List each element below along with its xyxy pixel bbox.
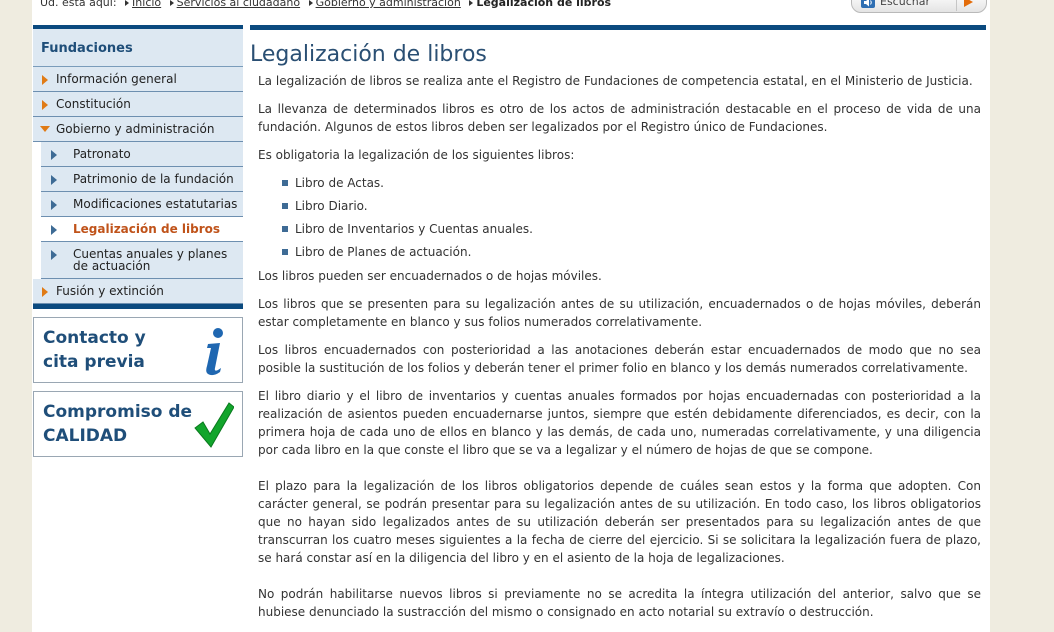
arrow-right-icon <box>42 100 48 110</box>
list-item: Libro de Inventarios y Cuentas anuales. <box>282 220 981 238</box>
paragraph: La llevanza de determinados libros es ot… <box>258 102 981 134</box>
arrow-right-icon <box>51 175 57 185</box>
paragraph: No podrán habilitarse nuevos libros si p… <box>258 587 981 619</box>
page: Ud. está aquí: Inicio Servicios al ciuda… <box>32 0 990 632</box>
breadcrumb-prefix: Ud. está aquí: <box>40 0 117 9</box>
paragraph: Los libros que se presenten para su lega… <box>258 297 981 329</box>
main-content: Legalización de libros La legalización d… <box>250 25 986 631</box>
sidebar-subitem-legalizacion[interactable]: Legalización de libros <box>41 217 243 242</box>
arrow-down-icon <box>40 126 50 132</box>
breadcrumb-arrow-icon <box>169 0 174 6</box>
sidebar-subitem-label: Modificaciones estatutarias <box>73 197 238 211</box>
sidebar-bottom-bar <box>33 304 243 309</box>
paragraph: Los libros pueden ser encuadernados o de… <box>258 269 602 283</box>
arrow-right-icon <box>42 287 48 297</box>
breadcrumb-arrow-icon <box>469 0 474 6</box>
breadcrumb: Ud. está aquí: Inicio Servicios al ciuda… <box>40 0 611 12</box>
list-item: Libro de Planes de actuación. <box>282 243 981 261</box>
sidebar-subitem-label: Cuentas anuales y planes de actuación <box>73 247 228 273</box>
sidebar-subitem-label: Patrimonio de la fundación <box>73 172 234 186</box>
listen-button[interactable]: Escuchar <box>851 0 987 13</box>
quality-promo[interactable]: Compromiso de CALIDAD <box>33 391 243 457</box>
article-body: La legalización de libros se realiza ant… <box>250 72 981 621</box>
breadcrumb-current: Legalización de libros <box>476 0 612 9</box>
arrow-right-icon <box>51 200 57 210</box>
sidebar-heading: Fundaciones <box>33 25 243 67</box>
paragraph: La legalización de libros se realiza ant… <box>258 74 973 88</box>
paragraph: Los libros encuadernados con posteriorid… <box>258 343 981 375</box>
books-list: Libro de Actas. Libro Diario. Libro de I… <box>258 174 981 261</box>
arrow-right-icon <box>51 225 57 235</box>
sidebar-subitem-patronato[interactable]: Patronato <box>41 142 243 167</box>
arrow-right-icon <box>42 75 48 85</box>
sidebar-item-label: Información general <box>56 72 177 86</box>
sidebar: Fundaciones Información general Constitu… <box>33 25 243 457</box>
sidebar-subitem-cuentas[interactable]: Cuentas anuales y planes de actuación <box>41 242 243 279</box>
breadcrumb-link-inicio[interactable]: Inicio <box>132 0 161 9</box>
info-icon <box>206 328 223 376</box>
sidebar-item-gobierno[interactable]: Gobierno y administración <box>33 117 243 142</box>
sidebar-item-label: Fusión y extinción <box>56 284 164 298</box>
breadcrumb-arrow-icon <box>125 0 130 6</box>
contact-promo[interactable]: Contacto y cita previa <box>33 317 243 383</box>
list-item: Libro Diario. <box>282 197 981 215</box>
play-icon[interactable] <box>956 0 978 11</box>
arrow-right-icon <box>51 150 57 160</box>
sidebar-item-label: Gobierno y administración <box>56 122 215 136</box>
sidebar-subitem-label: Patronato <box>73 147 131 161</box>
speaker-icon <box>861 0 875 8</box>
page-title: Legalización de libros <box>250 42 487 67</box>
sidebar-item-constitucion[interactable]: Constitución <box>33 92 243 117</box>
main-top-bar <box>250 25 986 30</box>
paragraph: El libro diario y el libro de inventario… <box>258 389 981 457</box>
breadcrumb-arrow-icon <box>308 0 313 6</box>
arrow-right-icon <box>51 250 57 260</box>
breadcrumb-link-gobierno[interactable]: Gobierno y administración <box>316 0 461 9</box>
sidebar-subitem-modificaciones[interactable]: Modificaciones estatutarias <box>41 192 243 217</box>
sidebar-item-fusion[interactable]: Fusión y extinción <box>33 279 243 304</box>
listen-button-label: Escuchar <box>880 0 930 8</box>
breadcrumb-link-servicios[interactable]: Servicios al ciudadano <box>177 0 300 9</box>
paragraph: El plazo para la legalización de los lib… <box>258 479 981 565</box>
checkmark-icon <box>194 402 234 448</box>
sidebar-item-informacion-general[interactable]: Información general <box>33 67 243 92</box>
sidebar-subitem-patrimonio[interactable]: Patrimonio de la fundación <box>41 167 243 192</box>
paragraph: Es obligatoria la legalización de los si… <box>258 148 575 162</box>
sidebar-item-label: Constitución <box>56 97 131 111</box>
list-item: Libro de Actas. <box>282 174 981 192</box>
sidebar-subitem-label: Legalización de libros <box>73 222 220 236</box>
